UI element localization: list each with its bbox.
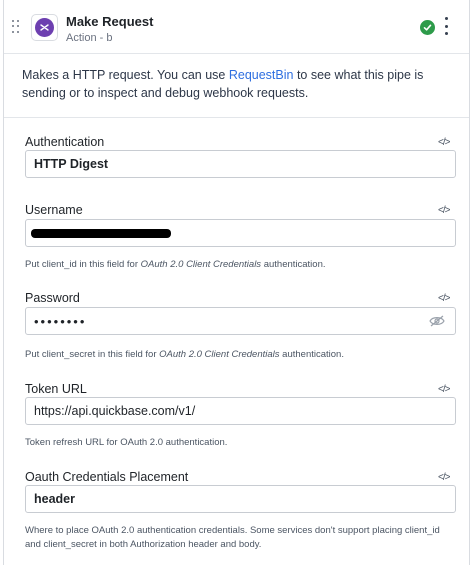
authentication-label: Authentication xyxy=(25,135,105,149)
password-label: Password xyxy=(25,291,80,305)
token-url-value: https://api.quickbase.com/v1/ xyxy=(34,404,196,418)
oauth-placement-help: Where to place OAuth 2.0 authentication … xyxy=(25,525,440,550)
step-description: Makes a HTTP request. You can use Reques… xyxy=(22,66,462,102)
username-label: Username xyxy=(25,203,83,217)
token-url-label: Token URL xyxy=(25,382,87,396)
more-vertical-icon[interactable] xyxy=(445,17,449,35)
code-icon[interactable]: </> xyxy=(438,137,451,148)
username-help-emphasis: OAuth 2.0 Client Credentials xyxy=(140,259,262,270)
check-circle-icon xyxy=(420,20,435,35)
description-text: Makes a HTTP request. You can use xyxy=(22,68,229,82)
step-header[interactable]: Make Request Action - b xyxy=(4,0,469,54)
oauth-placement-select[interactable]: header xyxy=(25,485,456,513)
username-help-text-end: authentication. xyxy=(261,259,326,270)
password-value: •••••••• xyxy=(34,313,87,329)
redaction-mark xyxy=(31,229,171,238)
username-input[interactable] xyxy=(25,219,456,247)
step-title: Make Request xyxy=(66,14,154,29)
oauth-placement-label: Oauth Credentials Placement xyxy=(25,470,189,484)
requestbin-link[interactable]: RequestBin xyxy=(229,68,294,82)
password-help: Put client_secret in this field for OAut… xyxy=(25,348,465,362)
step-subtitle: Action - b xyxy=(66,32,113,44)
token-url-help: Token refresh URL for OAuth 2.0 authenti… xyxy=(25,437,228,448)
password-help-text: Put client_secret in this field for xyxy=(25,349,160,360)
oauth-placement-value: header xyxy=(34,492,75,506)
token-url-input[interactable]: https://api.quickbase.com/v1/ xyxy=(25,397,456,425)
password-help-text-end: authentication. xyxy=(279,349,344,360)
username-help-text: Put client_id in this field for xyxy=(25,259,141,270)
code-icon[interactable]: </> xyxy=(438,205,451,216)
webhook-app-icon xyxy=(31,14,58,41)
drag-handle-icon[interactable] xyxy=(12,20,20,34)
username-help: Put client_id in this field for OAuth 2.… xyxy=(25,258,465,272)
code-icon[interactable]: </> xyxy=(438,472,451,483)
code-icon[interactable]: </> xyxy=(438,384,451,395)
authentication-select[interactable]: HTTP Digest xyxy=(25,150,456,178)
divider xyxy=(4,117,469,118)
step-panel: Make Request Action - b Makes a HTTP req… xyxy=(3,0,470,565)
password-input[interactable]: •••••••• xyxy=(25,307,456,335)
password-help-emphasis: OAuth 2.0 Client Credentials xyxy=(159,349,280,360)
code-icon[interactable]: </> xyxy=(438,293,451,304)
authentication-value: HTTP Digest xyxy=(34,157,109,171)
eye-off-icon[interactable] xyxy=(429,315,445,330)
